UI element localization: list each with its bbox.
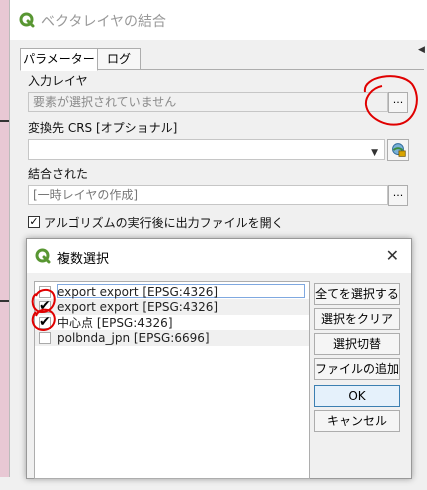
checkmark-icon: ✔	[39, 314, 51, 330]
collapse-panel-icon[interactable]: ◀	[418, 45, 425, 55]
dialog-titlebar: 複数選択 ✕	[27, 239, 411, 273]
qgis-logo-icon	[19, 12, 35, 28]
output-label: 結合された	[28, 167, 89, 181]
globe-icon	[392, 143, 406, 157]
open-after-label: アルゴリズムの実行後に出力ファイルを開く	[44, 216, 284, 230]
window-titlebar: ベクタレイヤの結合	[10, 0, 427, 40]
input-layer-browse-button[interactable]: ...	[388, 92, 408, 113]
qgis-logo-icon	[35, 248, 51, 264]
dialog-title: 複数選択	[57, 252, 110, 267]
list-item[interactable]: polbnda_jpn [EPSG:6696]	[35, 330, 309, 346]
toggle-selection-button[interactable]: 選択切替	[314, 333, 400, 355]
layer-list: export export [EPSG:4326] ✔ export expor…	[34, 281, 310, 479]
map-canvas-edge	[0, 0, 9, 477]
list-item[interactable]: ✔ 中心点 [EPSG:4326]	[35, 314, 309, 331]
select-all-button[interactable]: 全てを選択する	[314, 283, 400, 305]
window-title: ベクタレイヤの結合	[41, 14, 167, 30]
clear-selection-button[interactable]: 選択をクリア	[314, 308, 400, 330]
close-icon[interactable]: ✕	[386, 246, 399, 265]
output-browse-button[interactable]: ...	[388, 185, 408, 206]
crs-selector-button[interactable]	[387, 139, 409, 161]
add-file-button[interactable]: ファイルの追加...	[314, 358, 400, 380]
layer-checkbox[interactable]	[39, 332, 51, 344]
checkmark-icon: ✔	[39, 298, 51, 314]
open-after-checkbox[interactable]: ✓	[28, 216, 40, 228]
crs-select[interactable]: ▼	[28, 139, 385, 160]
chevron-down-icon: ▼	[371, 148, 378, 158]
multiple-selection-dialog: 複数選択 ✕ export export [EPSG:4326] ✔ expor…	[26, 238, 412, 479]
cancel-button[interactable]: キャンセル	[314, 410, 400, 432]
input-layer-label: 入力レイヤ	[28, 74, 88, 88]
output-field[interactable]: [一時レイヤの作成]	[28, 185, 388, 205]
crs-label: 変換先 CRS [オプショナル]	[28, 121, 178, 135]
input-layer-field[interactable]: 要素が選択されていません	[28, 92, 388, 112]
tab-log[interactable]: ログ	[97, 48, 141, 70]
list-item[interactable]: export export [EPSG:4326]	[35, 284, 309, 300]
layer-checkbox[interactable]	[39, 286, 51, 298]
list-item[interactable]: ✔ export export [EPSG:4326]	[35, 298, 309, 315]
ok-button[interactable]: OK	[314, 385, 400, 407]
tab-parameters[interactable]: パラメーター	[20, 48, 98, 71]
